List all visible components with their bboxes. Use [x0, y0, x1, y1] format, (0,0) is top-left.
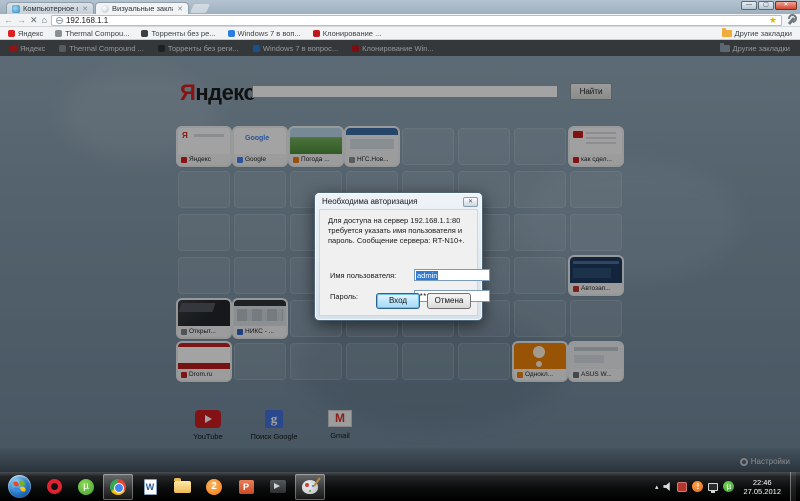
- password-row: Пароль: ********: [330, 290, 490, 302]
- dialog-title: Необходима авторизация: [322, 197, 418, 206]
- network-tray-icon[interactable]: [708, 482, 719, 493]
- bookmark-item[interactable]: Windows 7 в воп...: [227, 28, 301, 38]
- hidden-icons-arrow-icon[interactable]: ▴: [655, 483, 659, 491]
- bookmark-item[interactable]: Яндекс: [8, 29, 43, 38]
- tab2-favicon-icon: [101, 4, 109, 13]
- username-label: Имя пользователя:: [330, 271, 397, 280]
- bookmark-label: Торренты без ре...: [151, 28, 216, 38]
- browser-toolbar: ← → ✕ ⌂ 192.168.1.1 ★: [0, 14, 800, 27]
- bookmark-label: Thermal Compou...: [65, 28, 130, 38]
- bookmark-item[interactable]: Клонирование ...: [312, 28, 382, 38]
- taskbar-utorrent-button[interactable]: µ: [71, 474, 101, 500]
- clock-date: 27.05.2012: [743, 486, 781, 496]
- home-icon[interactable]: ⌂: [42, 15, 47, 26]
- taskbar-chrome-button[interactable]: [103, 473, 133, 500]
- tab-visual-bookmarks[interactable]: Визуальные закладки ✕: [95, 2, 189, 14]
- site-globe-icon: [55, 16, 63, 24]
- settings-wrench-icon[interactable]: [786, 15, 796, 25]
- taskbar-apps: µ W 2 P: [39, 473, 325, 500]
- bookmark-favicon-icon: [55, 29, 63, 37]
- dialog-body: Для доступа на сервер 192.168.1.1:80 тре…: [319, 209, 490, 316]
- tab-strip: Компьютерное обору ✕ Визуальные закладки…: [0, 0, 800, 14]
- bookmark-favicon-icon: [312, 29, 320, 37]
- bookmark-label: Яндекс: [18, 28, 44, 38]
- bookmarks-bar: Яндекс Thermal Compou... Торренты без ре..…: [0, 27, 800, 40]
- tab1-favicon-icon: [12, 4, 20, 13]
- taskbar-opera-button[interactable]: [39, 474, 69, 500]
- dialog-message: Для доступа на сервер 192.168.1.1:80 тре…: [328, 216, 465, 246]
- system-tray: ▴ ! µ 22:46 27.05.2012: [655, 472, 800, 501]
- dialog-close-icon[interactable]: ✕: [463, 196, 478, 207]
- forward-icon[interactable]: →: [17, 15, 26, 26]
- taskbar-powerpoint-button[interactable]: P: [231, 474, 261, 500]
- tab-computer-equipment[interactable]: Компьютерное обору ✕: [6, 2, 94, 14]
- word-icon: W: [143, 478, 157, 495]
- password-label: Пароль:: [330, 292, 359, 301]
- bookmark-favicon-icon: [141, 29, 149, 37]
- windows-taskbar: µ W 2 P ▴ ! µ 22:46 27.05.2012: [0, 472, 800, 501]
- paint-icon: [302, 479, 318, 494]
- bookmarks-items: Яндекс Thermal Compou... Торренты без ре..…: [8, 29, 381, 38]
- other-bookmarks-button[interactable]: Другие закладки: [721, 27, 792, 38]
- username-value-selected: admin: [416, 270, 439, 280]
- cancel-button[interactable]: Отмена: [427, 293, 471, 309]
- utorrent-tray-icon[interactable]: µ: [723, 481, 735, 492]
- powerpoint-icon: P: [238, 479, 254, 494]
- back-icon[interactable]: ←: [4, 15, 13, 26]
- bookmark-item[interactable]: Торренты без ре...: [141, 28, 216, 38]
- bookmark-favicon-icon: [227, 29, 235, 37]
- volume-icon[interactable]: [663, 482, 670, 491]
- stop-icon[interactable]: ✕: [30, 15, 38, 26]
- 2gis-icon: 2: [206, 478, 222, 495]
- address-bar[interactable]: 192.168.1.1 ★: [50, 14, 782, 26]
- bookmark-star-icon[interactable]: ★: [769, 15, 777, 25]
- taskbar-backup-button[interactable]: [263, 474, 293, 500]
- show-desktop-button[interactable]: [790, 472, 796, 501]
- opera-icon: [46, 479, 62, 494]
- auth-dialog: Необходима авторизация ✕ Для доступа на …: [314, 192, 490, 321]
- explorer-icon: [173, 477, 191, 493]
- minimize-button[interactable]: —: [741, 1, 757, 10]
- new-tab-button[interactable]: [189, 4, 211, 13]
- taskbar-2gis-button[interactable]: 2: [199, 474, 229, 500]
- dialog-buttons: Вход Отмена: [376, 293, 471, 309]
- tab-title: Компьютерное обору: [23, 4, 78, 13]
- close-button[interactable]: ✕: [775, 1, 797, 10]
- username-row: Имя пользователя: admin: [330, 269, 490, 281]
- maximize-button[interactable]: ▢: [758, 1, 774, 10]
- tab-close-icon[interactable]: ✕: [177, 5, 183, 13]
- windows-flag-icon: [13, 480, 26, 493]
- dialog-titlebar[interactable]: Необходима авторизация ✕: [315, 193, 482, 208]
- download-manager-tray-icon[interactable]: [677, 481, 688, 492]
- tab-title: Визуальные закладки: [112, 4, 173, 13]
- bookmark-label: Клонирование ...: [322, 28, 382, 38]
- utorrent-icon: µ: [78, 478, 94, 495]
- taskbar-clock[interactable]: 22:46 27.05.2012: [739, 478, 785, 496]
- other-bookmarks-label: Другие закладки: [734, 28, 792, 38]
- bookmark-item[interactable]: Thermal Compou...: [55, 29, 129, 38]
- start-button[interactable]: [8, 475, 31, 498]
- browser-window: Компьютерное обору ✕ Визуальные закладки…: [0, 0, 800, 501]
- bookmark-favicon-icon: [8, 29, 15, 37]
- alert-tray-icon[interactable]: !: [692, 481, 704, 492]
- taskbar-explorer-button[interactable]: [167, 474, 197, 500]
- chrome-icon: [110, 478, 126, 495]
- clock-time: 22:46: [752, 477, 772, 487]
- backup-icon: [270, 480, 286, 493]
- taskbar-paint-button[interactable]: [295, 473, 325, 500]
- login-button[interactable]: Вход: [376, 293, 420, 309]
- folder-icon: [721, 27, 732, 37]
- window-controls: — ▢ ✕: [741, 1, 797, 10]
- url-text[interactable]: 192.168.1.1: [66, 16, 108, 25]
- username-field[interactable]: admin: [414, 269, 490, 281]
- bookmark-label: Windows 7 в воп...: [237, 28, 301, 38]
- tab-close-icon[interactable]: ✕: [82, 5, 88, 13]
- taskbar-word-button[interactable]: W: [135, 474, 165, 500]
